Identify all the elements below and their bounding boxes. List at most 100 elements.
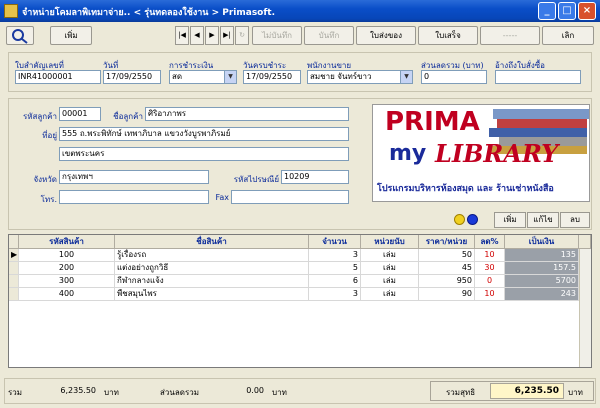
refresh-icon[interactable]: ↻ [235, 26, 249, 45]
table-cell[interactable]: 3 [309, 288, 361, 301]
address-line2-field[interactable]: เขตพระนคร [59, 147, 349, 161]
col-header-qty[interactable]: จำนวน [309, 235, 361, 249]
address-label: ที่อยู่ [42, 131, 57, 140]
delivery-note-button[interactable]: ใบส่งของ [356, 26, 416, 45]
col-header-unit[interactable]: หน่วยนับ [361, 235, 419, 249]
table-cell[interactable]: 10 [475, 288, 505, 301]
item-delete-button[interactable]: ลบ [560, 212, 590, 228]
col-header-code[interactable]: รหัสสินค้า [19, 235, 115, 249]
fax-field[interactable] [231, 190, 349, 204]
net-total-label: รวมสุทธิ [446, 388, 476, 397]
table-cell[interactable]: 45 [419, 262, 475, 275]
save-button[interactable]: บันทึก [304, 26, 354, 45]
invoice-no-field[interactable]: INR41000001 [15, 70, 101, 84]
row-selector[interactable] [9, 262, 19, 275]
table-cell[interactable]: 400 [19, 288, 115, 301]
title-bar: จำหน่ายโคมลาพิเทมาจ่าย.. < รุ่นทดลองใช้ง… [0, 0, 600, 22]
row-selector[interactable] [9, 275, 19, 288]
fax-label: Fax [215, 193, 229, 202]
next-record-icon[interactable]: ▶ [205, 26, 219, 45]
items-table[interactable]: รหัสสินค้า ชื่อสินค้า จำนวน หน่วยนับ ราค… [8, 234, 592, 368]
blank-button[interactable]: ----- [480, 26, 540, 45]
table-cell[interactable]: แต่งอย่างถูกวิธี [115, 262, 309, 275]
minimize-button[interactable]: _ [538, 2, 556, 20]
table-cell[interactable]: รู้เรื่องรถ [115, 249, 309, 262]
col-header-discount[interactable]: ลด% [475, 235, 505, 249]
blue-status-icon [467, 214, 478, 225]
table-cell[interactable]: 100 [19, 249, 115, 262]
table-cell[interactable]: 90 [419, 288, 475, 301]
table-cell[interactable]: เล่ม [361, 275, 419, 288]
row-selector[interactable] [9, 288, 19, 301]
table-cell[interactable]: 300 [19, 275, 115, 288]
salesperson-value: สมชาย จันทร์ขาว [310, 72, 372, 81]
col-header-name[interactable]: ชื่อสินค้า [115, 235, 309, 249]
cancel-button[interactable]: ไม่บันทึก [252, 26, 302, 45]
chevron-down-icon: ▼ [400, 71, 412, 83]
receipt-button[interactable]: ใบเสร็จ [418, 26, 478, 45]
discount-field[interactable]: 0 [421, 70, 487, 84]
table-cell[interactable]: 3 [309, 249, 361, 262]
zip-field[interactable]: 10209 [281, 170, 349, 184]
yellow-status-icon [454, 214, 465, 225]
vertical-scrollbar[interactable] [579, 249, 591, 367]
maximize-button[interactable]: □ [558, 2, 576, 20]
table-cell[interactable]: 0 [475, 275, 505, 288]
table-cell[interactable]: 243 [505, 288, 579, 301]
table-cell[interactable]: 5700 [505, 275, 579, 288]
customer-name-label: ชื่อลูกค้า [113, 112, 143, 121]
due-date-field[interactable]: 17/09/2550 [243, 70, 301, 84]
table-cell[interactable]: 30 [475, 262, 505, 275]
first-record-icon[interactable]: |◀ [175, 26, 189, 45]
header-panel: ใบสำคัญเลขที่ INR41000001 วันที่ 17/09/2… [8, 52, 592, 92]
table-cell[interactable]: 950 [419, 275, 475, 288]
app-icon [4, 4, 18, 18]
sum-label: รวม [8, 388, 23, 397]
customer-code-label: รหัสลูกค้า [22, 112, 57, 121]
logo-prima-text: PRIMA [385, 107, 480, 137]
col-header-amount[interactable]: เป็นเงิน [505, 235, 579, 249]
customer-name-field[interactable]: ศิริอาภาพร [145, 107, 349, 121]
net-baht: บาท [568, 388, 583, 397]
table-cell[interactable]: เล่ม [361, 288, 419, 301]
net-total-value: 6,235.50 [490, 383, 564, 399]
current-row-indicator-icon: ▶ [9, 249, 19, 262]
table-cell[interactable]: 10 [475, 249, 505, 262]
address-line1-field[interactable]: 555 ถ.พระพิทักษ์ เทพาภิบาล แขวงวังบูรพาภ… [59, 127, 349, 141]
table-cell[interactable]: 5 [309, 262, 361, 275]
last-record-icon[interactable]: ▶| [220, 26, 234, 45]
table-cell[interactable]: 6 [309, 275, 361, 288]
phone-field[interactable] [59, 190, 209, 204]
table-cell[interactable]: 135 [505, 249, 579, 262]
table-cell[interactable]: 50 [419, 249, 475, 262]
col-header-price[interactable]: ราคา/หน่วย [419, 235, 475, 249]
salesperson-select[interactable]: สมชาย จันทร์ขาว ▼ [307, 70, 413, 84]
reference-field[interactable] [495, 70, 581, 84]
add-button[interactable]: เพิ่ม [50, 26, 92, 45]
scrollbar-header [579, 235, 591, 249]
toolbar: เพิ่ม |◀ ◀ ▶ ▶| ↻ ไม่บันทึก บันทึก ใบส่ง… [4, 24, 596, 46]
customer-code-field[interactable]: 00001 [59, 107, 101, 121]
table-cell[interactable]: เล่ม [361, 262, 419, 275]
table-cell[interactable]: พืชสมุนไพร [115, 288, 309, 301]
phone-label: โทร. [40, 195, 57, 204]
table-cell[interactable]: เล่ม [361, 249, 419, 262]
close-button[interactable]: × [578, 2, 596, 20]
exit-button[interactable]: เลิก [542, 26, 594, 45]
sum-baht: บาท [104, 388, 119, 397]
logo-my-text: my [389, 141, 427, 166]
zip-label: รหัสไปรษณีย์ [233, 175, 279, 184]
province-field[interactable]: กรุงเทพฯ [59, 170, 209, 184]
date-field[interactable]: 17/09/2550 [103, 70, 161, 84]
search-button[interactable] [6, 26, 34, 45]
table-cell[interactable]: กีฬากลางแจ้ง [115, 275, 309, 288]
prev-record-icon[interactable]: ◀ [190, 26, 204, 45]
discount-total-value: 0.00 [246, 386, 264, 395]
table-cell[interactable]: 157.5 [505, 262, 579, 275]
payment-value: สด [172, 72, 183, 81]
item-edit-button[interactable]: แก้ไข [527, 212, 559, 228]
payment-select[interactable]: สด ▼ [169, 70, 237, 84]
table-cell[interactable]: 200 [19, 262, 115, 275]
item-add-button[interactable]: เพิ่ม [494, 212, 526, 228]
province-label: จังหวัด [33, 175, 57, 184]
